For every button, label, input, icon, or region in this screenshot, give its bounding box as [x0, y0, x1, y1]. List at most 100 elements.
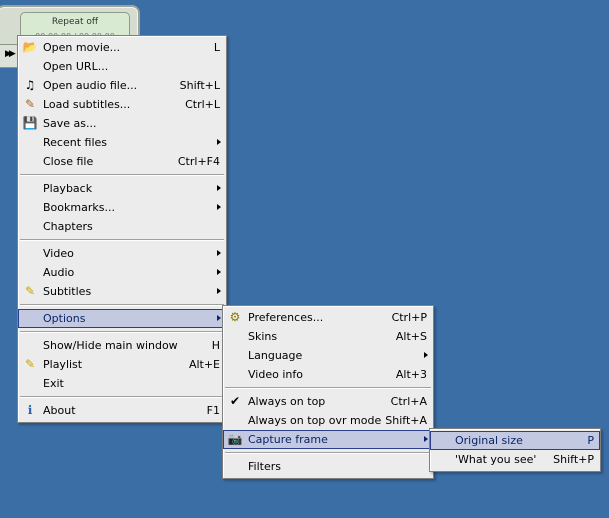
menu-item-always-on-top[interactable]: ✔ Always on top Ctrl+A	[223, 392, 433, 411]
menu-item-label: Load subtitles...	[43, 98, 131, 111]
menu-item-capture-frame[interactable]: 📷 Capture frame	[223, 430, 433, 449]
menu-item-skins[interactable]: Skins Alt+S	[223, 327, 433, 346]
menu-item-shortcut: Ctrl+P	[391, 311, 427, 324]
menu-item-video[interactable]: Video	[18, 244, 226, 263]
options-submenu: ⚙ Preferences... Ctrl+P Skins Alt+S Lang…	[222, 305, 434, 479]
menu-item-shortcut: H	[211, 339, 220, 352]
context-menu: 📂 Open movie... L Open URL... ♫ Open aud…	[17, 35, 227, 423]
repeat-status: Repeat off	[51, 17, 99, 27]
submenu-arrow-icon	[217, 250, 221, 256]
menu-item-always-on-top-ovr-mode[interactable]: Always on top ovr mode Shift+A	[223, 411, 433, 430]
menu-separator	[18, 301, 226, 309]
menu-item-shortcut: Ctrl+F4	[177, 155, 220, 168]
submenu-arrow-icon	[424, 436, 428, 442]
menu-item-options[interactable]: Options	[18, 309, 226, 328]
menu-item-subtitles[interactable]: ✎ Subtitles	[18, 282, 226, 301]
menu-item-preferences[interactable]: ⚙ Preferences... Ctrl+P	[223, 308, 433, 327]
menu-item-label: Preferences...	[248, 311, 324, 324]
menu-item-load-subtitles[interactable]: ✎ Load subtitles... Ctrl+L	[18, 95, 226, 114]
subtitles-icon: ✎	[24, 284, 36, 298]
floppy-disk-icon: 💾	[22, 116, 38, 130]
submenu-arrow-icon	[217, 315, 221, 321]
menu-separator	[223, 449, 433, 457]
menu-item-label: Options	[43, 312, 86, 325]
menu-item-label: Open movie...	[43, 41, 121, 54]
menu-separator	[223, 384, 433, 392]
camera-icon: 📷	[227, 432, 243, 446]
menu-item-label: Bookmarks...	[43, 201, 115, 214]
menu-item-label: Playback	[43, 182, 93, 195]
menu-item-label: Skins	[248, 330, 278, 343]
menu-item-chapters[interactable]: Chapters	[18, 217, 226, 236]
menu-item-label: Close file	[43, 155, 94, 168]
menu-item-shortcut: Alt+E	[188, 358, 220, 371]
menu-item-label: Original size	[455, 434, 523, 447]
menu-item-open-movie[interactable]: 📂 Open movie... L	[18, 38, 226, 57]
menu-item-shortcut: Shift+P	[553, 453, 594, 466]
playlist-icon: ✎	[24, 357, 36, 371]
menu-item-label: Open audio file...	[43, 79, 138, 92]
menu-item-playlist[interactable]: ✎ Playlist Alt+E	[18, 355, 226, 374]
menu-item-label: Recent files	[43, 136, 107, 149]
pencil-icon: ✎	[24, 97, 36, 111]
menu-item-shortcut: Shift+L	[179, 79, 220, 92]
menu-item-open-audio-file[interactable]: ♫ Open audio file... Shift+L	[18, 76, 226, 95]
menu-item-label: Open URL...	[43, 60, 109, 73]
menu-separator	[18, 236, 226, 244]
menu-item-filters[interactable]: Filters	[223, 457, 433, 476]
menu-item-show-hide-main-window[interactable]: Show/Hide main window H	[18, 336, 226, 355]
menu-item-close-file[interactable]: Close file Ctrl+F4	[18, 152, 226, 171]
submenu-arrow-icon	[217, 204, 221, 210]
menu-item-label: Filters	[248, 460, 281, 473]
menu-item-save-as[interactable]: 💾 Save as...	[18, 114, 226, 133]
menu-item-label: Always on top	[248, 395, 326, 408]
menu-item-open-url[interactable]: Open URL...	[18, 57, 226, 76]
menu-item-label: Save as...	[43, 117, 97, 130]
menu-item-label: Video	[43, 247, 74, 260]
menu-item-shortcut: Alt+S	[395, 330, 427, 343]
menu-item-label: Subtitles	[43, 285, 92, 298]
audio-file-icon: ♫	[24, 78, 36, 92]
menu-item-label: Exit	[43, 377, 64, 390]
menu-item-shortcut: Ctrl+A	[390, 395, 427, 408]
submenu-arrow-icon	[217, 269, 221, 275]
preferences-icon: ⚙	[229, 310, 241, 324]
menu-item-label: Language	[248, 349, 303, 362]
menu-item-recent-files[interactable]: Recent files	[18, 133, 226, 152]
submenu-arrow-icon	[217, 185, 221, 191]
submenu-arrow-icon	[217, 288, 221, 294]
menu-item-label: Always on top ovr mode	[248, 414, 382, 427]
menu-item-playback[interactable]: Playback	[18, 179, 226, 198]
menu-separator	[18, 393, 226, 401]
capture-frame-submenu: Original size P 'What you see' Shift+P	[429, 428, 601, 472]
menu-item-label: Capture frame	[248, 433, 328, 446]
menu-item-shortcut: Ctrl+L	[185, 98, 220, 111]
menu-item-video-info[interactable]: Video info Alt+3	[223, 365, 433, 384]
menu-item-label: Chapters	[43, 220, 93, 233]
menu-separator	[18, 328, 226, 336]
menu-item-label: Video info	[248, 368, 303, 381]
menu-separator	[18, 171, 226, 179]
submenu-arrow-icon	[424, 352, 428, 358]
menu-item-shortcut: Shift+A	[385, 414, 427, 427]
menu-item-label: Show/Hide main window	[43, 339, 178, 352]
menu-item-language[interactable]: Language	[223, 346, 433, 365]
menu-item-audio[interactable]: Audio	[18, 263, 226, 282]
checkmark-icon: ✔	[229, 394, 241, 408]
submenu-arrow-icon	[217, 139, 221, 145]
open-folder-icon: 📂	[22, 40, 38, 54]
menu-item-shortcut: L	[213, 41, 220, 54]
about-icon: ℹ	[27, 403, 33, 417]
menu-item-shortcut: P	[587, 434, 594, 447]
menu-item-label: Audio	[43, 266, 75, 279]
menu-item-exit[interactable]: Exit	[18, 374, 226, 393]
menu-item-shortcut: Alt+3	[395, 368, 427, 381]
menu-item-shortcut: F1	[206, 404, 220, 417]
menu-item-about[interactable]: ℹ About F1	[18, 401, 226, 420]
menu-item-label: Playlist	[43, 358, 83, 371]
menu-item-label: About	[43, 404, 76, 417]
menu-item-original-size[interactable]: Original size P	[430, 431, 600, 450]
menu-item-bookmarks[interactable]: Bookmarks...	[18, 198, 226, 217]
fast-forward-icon: ▶▶	[5, 49, 16, 59]
menu-item-what-you-see[interactable]: 'What you see' Shift+P	[430, 450, 600, 469]
